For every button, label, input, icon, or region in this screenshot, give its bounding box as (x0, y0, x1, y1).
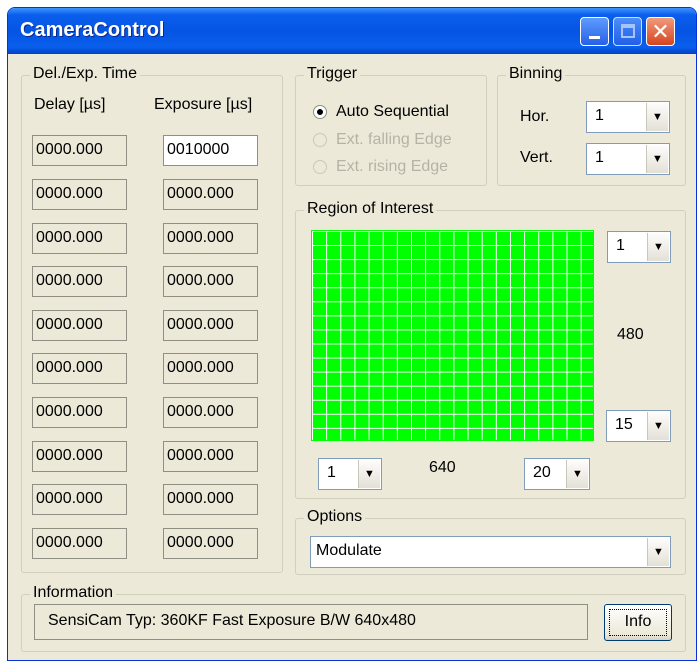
select-value: 1 (616, 237, 625, 254)
close-icon: ✕ (651, 19, 670, 44)
roi-group-label: Region of Interest (304, 200, 437, 218)
radio-label: Auto Sequential (336, 103, 449, 120)
radio-auto-sequential[interactable]: Auto Sequential (313, 103, 449, 121)
exposure-field-9: 0000.000 (163, 484, 258, 515)
chevron-down-icon[interactable]: ▼ (647, 538, 669, 566)
chevron-down-icon[interactable]: ▼ (647, 412, 669, 440)
chevron-down-icon[interactable]: ▼ (646, 103, 668, 131)
radio-disabled-icon (313, 160, 327, 174)
chevron-down-icon[interactable]: ▼ (647, 233, 669, 261)
exposure-header: Exposure [µs] (154, 96, 253, 113)
exposure-field-10: 0000.000 (163, 528, 258, 559)
radio-label: Ext. rising Edge (336, 158, 449, 175)
chevron-down-icon[interactable]: ▼ (566, 460, 588, 488)
exposure-field-4: 0000.000 (163, 266, 258, 297)
delay-field-1: 0000.000 (32, 135, 127, 166)
delay-field-5: 0000.000 (32, 310, 127, 341)
delay-field-8: 0000.000 (32, 441, 127, 472)
exposure-field-2: 0000.000 (163, 179, 258, 210)
binning-hor-label: Hor. (520, 108, 550, 125)
radio-selected-icon (313, 105, 327, 119)
radio-label: Ext. falling Edge (336, 131, 452, 148)
roi-left-select[interactable]: 1 ▼ (318, 458, 382, 490)
chevron-down-icon[interactable]: ▼ (646, 145, 668, 173)
delay-field-4: 0000.000 (32, 266, 127, 297)
exposure-field-3: 0000.000 (163, 223, 258, 254)
delay-field-6: 0000.000 (32, 353, 127, 384)
info-text-field: SensiCam Typ: 360KF Fast Exposure B/W 64… (34, 604, 588, 640)
delay-field-10: 0000.000 (32, 528, 127, 559)
exposure-field-6: 0000.000 (163, 353, 258, 384)
radio-ext-falling-edge: Ext. falling Edge (313, 131, 452, 149)
delay-header: Delay [µs] (34, 96, 106, 113)
select-value: 20 (533, 464, 551, 481)
radio-ext-rising-edge: Ext. rising Edge (313, 158, 448, 176)
exposure-field-7: 0000.000 (163, 397, 258, 428)
trigger-group-label: Trigger (304, 65, 361, 83)
select-value: 1 (595, 107, 604, 124)
title-bar[interactable]: CameraControl ✕ (8, 8, 696, 54)
del-exp-group-label: Del./Exp. Time (30, 65, 141, 83)
roi-bottom-select[interactable]: 15 ▼ (606, 410, 671, 442)
minimize-icon (589, 36, 600, 39)
close-button[interactable]: ✕ (646, 17, 675, 46)
select-value: 15 (615, 416, 633, 433)
roi-right-select[interactable]: 20 ▼ (524, 458, 590, 490)
roi-grid[interactable] (311, 230, 594, 441)
binning-group-label: Binning (506, 65, 566, 83)
maximize-icon (621, 24, 635, 38)
radio-disabled-icon (313, 133, 327, 147)
roi-width-label: 640 (429, 459, 456, 476)
options-select[interactable]: Modulate ▼ (310, 536, 671, 568)
select-value: Modulate (316, 542, 382, 559)
roi-height-label: 480 (617, 326, 644, 343)
options-group-label: Options (304, 508, 366, 526)
window-title: CameraControl (20, 19, 165, 41)
binning-hor-select[interactable]: 1 ▼ (586, 101, 670, 133)
exposure-field-1[interactable]: 0010000 (163, 135, 258, 166)
information-group-label: Information (30, 584, 117, 602)
delay-field-9: 0000.000 (32, 484, 127, 515)
delay-field-3: 0000.000 (32, 223, 127, 254)
minimize-button[interactable] (580, 17, 609, 46)
binning-vert-label: Vert. (520, 149, 553, 166)
delay-field-7: 0000.000 (32, 397, 127, 428)
delay-field-2: 0000.000 (32, 179, 127, 210)
chevron-down-icon[interactable]: ▼ (358, 460, 380, 488)
select-value: 1 (595, 149, 604, 166)
roi-top-select[interactable]: 1 ▼ (607, 231, 671, 263)
exposure-field-5: 0000.000 (163, 310, 258, 341)
binning-vert-select[interactable]: 1 ▼ (586, 143, 670, 175)
exposure-field-8: 0000.000 (163, 441, 258, 472)
maximize-button (613, 17, 642, 46)
info-button[interactable]: Info (604, 604, 672, 641)
select-value: 1 (327, 464, 336, 481)
